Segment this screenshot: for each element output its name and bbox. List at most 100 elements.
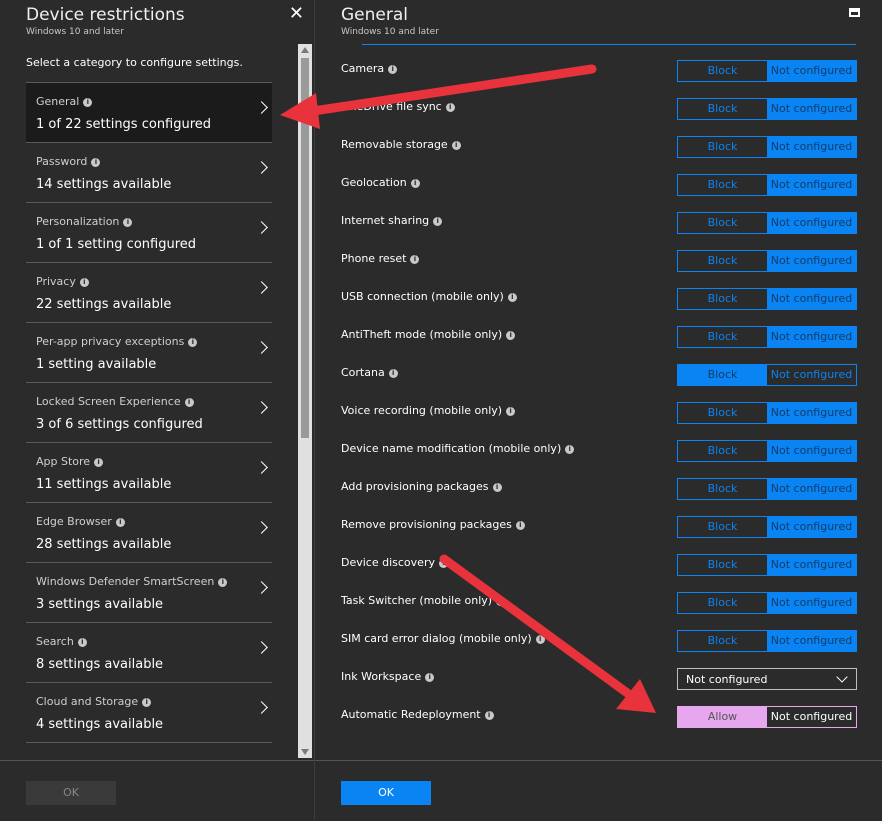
block-option[interactable]: Block <box>678 441 767 461</box>
block-option[interactable]: Block <box>678 365 767 385</box>
not-configured-option[interactable]: Not configured <box>767 441 856 461</box>
block-option[interactable]: Block <box>678 137 767 157</box>
setting-label: Device discovery <box>341 556 435 569</box>
not-configured-option[interactable]: Not configured <box>767 327 856 347</box>
info-icon[interactable]: i <box>515 521 525 530</box>
info-icon[interactable]: i <box>433 217 443 226</box>
info-icon[interactable]: i <box>142 698 152 707</box>
info-icon[interactable]: i <box>388 65 398 74</box>
block-option[interactable]: Block <box>678 403 767 423</box>
block-option[interactable]: Block <box>678 327 767 347</box>
info-icon[interactable]: i <box>565 445 575 454</box>
info-icon[interactable]: i <box>506 407 516 416</box>
info-icon[interactable]: i <box>507 293 517 302</box>
ink-workspace-dropdown[interactable]: Not configured <box>677 668 857 690</box>
info-icon[interactable]: i <box>496 597 506 606</box>
setting-remove-prov: Remove provisioning packages i Block Not c… <box>341 508 857 546</box>
chevron-right-icon <box>255 461 268 474</box>
block-option[interactable]: Block <box>678 517 767 537</box>
info-icon[interactable]: i <box>79 278 89 287</box>
not-configured-option[interactable]: Not configured <box>767 479 856 499</box>
maximize-icon[interactable] <box>849 8 860 17</box>
not-configured-option[interactable]: Not configured <box>767 289 856 309</box>
category-name: Privacy <box>36 275 76 288</box>
setting-label: Camera <box>341 62 385 75</box>
setting-ink-workspace: Ink Workspace i Not configured <box>341 660 857 698</box>
block-option[interactable]: Block <box>678 593 767 613</box>
info-icon[interactable]: i <box>438 559 448 568</box>
category-privacy[interactable]: Privacy i 22 settings available <box>26 263 272 323</box>
category-per-app-privacy[interactable]: Per-app privacy exceptions i 1 setting av… <box>26 323 272 383</box>
not-configured-option[interactable]: Not configured <box>767 555 856 575</box>
info-icon[interactable]: i <box>484 711 494 720</box>
block-option[interactable]: Block <box>678 251 767 271</box>
scroll-up-arrow-icon[interactable] <box>301 47 309 53</box>
info-icon[interactable]: i <box>425 673 435 682</box>
block-option[interactable]: Block <box>678 213 767 233</box>
not-configured-option[interactable]: Not configured <box>767 61 856 81</box>
info-icon[interactable]: i <box>123 218 133 227</box>
allow-option[interactable]: Allow <box>678 707 767 727</box>
info-icon[interactable]: i <box>218 578 228 587</box>
not-configured-option[interactable]: Not configured <box>767 365 856 385</box>
info-icon[interactable]: i <box>388 369 398 378</box>
category-general[interactable]: General i 1 of 22 settings configured <box>26 83 272 143</box>
category-status: 4 settings available <box>36 717 164 732</box>
not-configured-option[interactable]: Not configured <box>767 175 856 195</box>
info-icon[interactable]: i <box>91 158 101 167</box>
not-configured-option[interactable]: Not configured <box>767 403 856 423</box>
info-icon[interactable]: i <box>94 458 104 467</box>
not-configured-option[interactable]: Not configured <box>767 99 856 119</box>
category-status: 28 settings available <box>36 537 172 552</box>
category-cloud-storage[interactable]: Cloud and Storage i 4 settings available <box>26 683 272 743</box>
info-icon[interactable]: i <box>410 179 420 188</box>
ok-button-disabled[interactable]: OK <box>26 781 116 805</box>
info-icon[interactable]: i <box>410 255 420 264</box>
block-option[interactable]: Block <box>678 555 767 575</box>
block-option[interactable]: Block <box>678 99 767 119</box>
not-configured-option[interactable]: Not configured <box>767 631 856 651</box>
block-toggle: Block Not configured <box>677 60 857 82</box>
block-option[interactable]: Block <box>678 289 767 309</box>
category-app-store[interactable]: App Store i 11 settings available <box>26 443 272 503</box>
info-icon[interactable]: i <box>188 338 198 347</box>
scrollbar-thumb[interactable] <box>301 58 309 438</box>
category-name: Password <box>36 155 88 168</box>
info-icon[interactable]: i <box>77 638 87 647</box>
category-locked-screen[interactable]: Locked Screen Experience i 3 of 6 setting… <box>26 383 272 443</box>
ok-button[interactable]: OK <box>341 781 431 805</box>
category-list: General i 1 of 22 settings configured Pas… <box>26 82 272 753</box>
block-option[interactable]: Block <box>678 61 767 81</box>
category-smartscreen[interactable]: Windows Defender SmartScreen i 3 settings… <box>26 563 272 623</box>
not-configured-option[interactable]: Not configured <box>767 137 856 157</box>
not-configured-option[interactable]: Not configured <box>767 707 856 727</box>
block-toggle: Block Not configured <box>677 326 857 348</box>
info-icon[interactable]: i <box>535 635 545 644</box>
category-personalization[interactable]: Personalization i 1 of 1 setting configur… <box>26 203 272 263</box>
info-icon[interactable]: i <box>492 483 502 492</box>
not-configured-option[interactable]: Not configured <box>767 517 856 537</box>
info-icon[interactable]: i <box>445 103 455 112</box>
blade-subtitle: Windows 10 and later <box>341 27 439 37</box>
not-configured-option[interactable]: Not configured <box>767 593 856 613</box>
not-configured-option[interactable]: Not configured <box>767 213 856 233</box>
category-name: General <box>36 95 80 108</box>
category-edge-browser[interactable]: Edge Browser i 28 settings available <box>26 503 272 563</box>
info-icon[interactable]: i <box>506 331 516 340</box>
block-option[interactable]: Block <box>678 479 767 499</box>
block-toggle: Block Not configured <box>677 630 857 652</box>
info-icon[interactable]: i <box>83 98 93 107</box>
scrollbar[interactable] <box>298 44 312 758</box>
block-option[interactable]: Block <box>678 631 767 651</box>
info-icon[interactable]: i <box>184 398 194 407</box>
close-icon[interactable]: ✕ <box>289 4 304 24</box>
info-icon[interactable]: i <box>115 518 125 527</box>
setting-geolocation: Geolocation i Block Not configured <box>341 166 857 204</box>
category-password[interactable]: Password i 14 settings available <box>26 143 272 203</box>
block-toggle: Block Not configured <box>677 212 857 234</box>
info-icon[interactable]: i <box>451 141 461 150</box>
category-search[interactable]: Search i 8 settings available <box>26 623 272 683</box>
scroll-down-arrow-icon[interactable] <box>301 749 309 755</box>
block-option[interactable]: Block <box>678 175 767 195</box>
not-configured-option[interactable]: Not configured <box>767 251 856 271</box>
